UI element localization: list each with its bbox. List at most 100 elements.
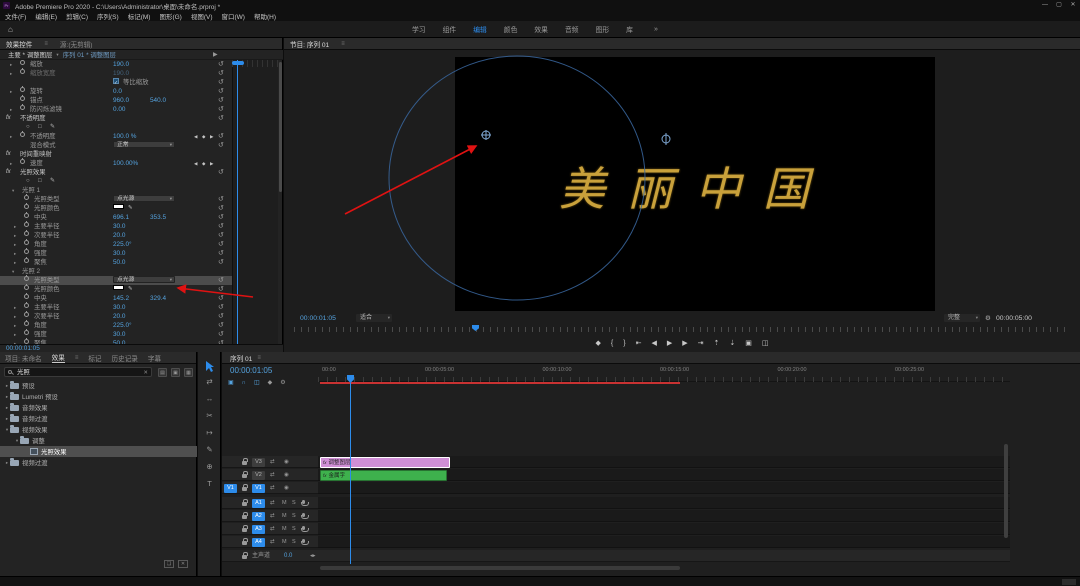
track-content-v3[interactable]: fx调整图层 <box>318 456 1010 468</box>
timeline-horizontal-scrollbar[interactable] <box>320 566 680 570</box>
mark-out-button[interactable]: } <box>623 337 625 351</box>
twirl-icon[interactable]: ▸ <box>10 105 12 114</box>
workspace-overflow-icon[interactable]: » <box>654 26 658 33</box>
solo-icon[interactable]: S <box>292 536 296 548</box>
reset-icon[interactable]: ↺ <box>218 78 224 87</box>
lock-icon[interactable] <box>242 502 247 506</box>
property-value[interactable]: 190.0 <box>113 60 129 69</box>
track-header-a3[interactable]: A3⇄MS <box>222 523 318 535</box>
ellipse-mask-icon[interactable]: ○ <box>26 123 30 132</box>
tree-item[interactable]: ▸音频效果 <box>0 402 197 413</box>
track-output-eye-icon[interactable]: ◉ <box>284 482 289 494</box>
tree-item[interactable]: ▸Lumetri 预设 <box>0 391 197 402</box>
property-value[interactable]: 960.0 <box>113 96 129 105</box>
stopwatch-icon[interactable] <box>24 195 29 200</box>
add-keyframe-icon[interactable]: ◆ <box>202 132 205 141</box>
reset-icon[interactable]: ↺ <box>218 114 224 123</box>
filter-yuv-icon[interactable]: ▦ <box>184 368 193 377</box>
effect-controls-scrollbar[interactable] <box>279 62 282 192</box>
color-swatch[interactable] <box>113 285 124 290</box>
sync-lock-icon[interactable]: ⇄ <box>270 510 275 522</box>
reset-icon[interactable]: ↺ <box>218 249 224 258</box>
add-keyframe-icon[interactable]: ◆ <box>202 159 205 168</box>
tree-item[interactable]: ▸音频过渡 <box>0 413 197 424</box>
property-value[interactable]: 0.0 <box>113 87 122 96</box>
track-header-v2[interactable]: V2⇄◉ <box>222 469 318 481</box>
mic-icon[interactable] <box>302 513 305 517</box>
reset-icon[interactable]: ↺ <box>218 204 224 213</box>
stopwatch-icon[interactable] <box>24 330 29 335</box>
reset-icon[interactable]: ↺ <box>218 303 224 312</box>
reset-icon[interactable]: ↺ <box>218 87 224 96</box>
tree-item[interactable]: ▸视频过渡 <box>0 457 197 468</box>
mute-icon[interactable]: M <box>282 523 287 535</box>
filter-32bpc-icon[interactable]: ▣ <box>171 368 180 377</box>
master-track-header[interactable]: 主声道0.0◂▸ <box>222 550 1010 562</box>
fit-tracks-icon[interactable]: ◂▸ <box>310 550 316 562</box>
source-patch-badge[interactable]: V1 <box>224 484 237 493</box>
workspace-tab-0[interactable]: 学习 <box>412 24 426 34</box>
reset-icon[interactable]: ↺ <box>218 321 224 330</box>
reset-icon[interactable]: ↺ <box>218 222 224 231</box>
reset-icon[interactable]: ↺ <box>218 105 224 114</box>
clip-调整图层[interactable]: fx调整图层 <box>320 457 450 468</box>
solo-icon[interactable]: S <box>292 510 296 522</box>
property-value[interactable]: 20.0 <box>113 312 125 321</box>
reset-icon[interactable]: ↺ <box>218 69 224 78</box>
lock-icon[interactable] <box>242 474 247 478</box>
track-target-badge[interactable]: A4 <box>252 538 265 547</box>
track-target-badge[interactable]: V1 <box>252 484 265 493</box>
menu-item[interactable]: 窗口(W) <box>222 11 245 21</box>
reset-icon[interactable]: ↺ <box>218 141 224 150</box>
menu-item[interactable]: 序列(S) <box>97 11 119 21</box>
pen-mask-icon[interactable]: ✎ <box>50 123 55 132</box>
timeline-settings-icon[interactable]: ⚙ <box>280 379 285 386</box>
track-target-badge[interactable]: A1 <box>252 499 265 508</box>
step-back-button[interactable]: ◀ <box>651 337 656 351</box>
sync-lock-icon[interactable]: ⇄ <box>270 523 275 535</box>
keyframe-timeline-strip[interactable] <box>232 60 278 344</box>
slip-tool[interactable]: ↦ <box>198 428 221 437</box>
property-value[interactable]: 30.0 <box>113 330 125 339</box>
reset-icon[interactable]: ↺ <box>218 195 224 204</box>
track-target-badge[interactable]: A3 <box>252 525 265 534</box>
reset-icon[interactable]: ↺ <box>218 60 224 69</box>
stopwatch-icon[interactable] <box>24 231 29 236</box>
twirl-icon[interactable]: ▸ <box>14 240 16 249</box>
reset-icon[interactable]: ↺ <box>218 294 224 303</box>
mark-in-button[interactable]: { <box>611 337 613 351</box>
minimize-button[interactable]: — <box>1038 0 1052 11</box>
twirl-icon[interactable]: ▸ <box>14 258 16 267</box>
workspace-tab-5[interactable]: 音频 <box>565 24 579 34</box>
tab-source[interactable]: 源:(无剪辑) <box>60 39 93 49</box>
add-marker-button[interactable]: ◆ <box>596 337 601 351</box>
lift-button[interactable]: ⇡ <box>714 337 720 351</box>
twirl-icon[interactable]: ▸ <box>14 330 16 339</box>
stopwatch-icon[interactable] <box>24 240 29 245</box>
lock-icon[interactable] <box>242 528 247 532</box>
lock-icon[interactable] <box>242 555 247 559</box>
tree-item[interactable]: ▸预设 <box>0 380 197 391</box>
tab-effect-controls[interactable]: 效果控件 <box>6 39 32 49</box>
stopwatch-icon[interactable] <box>24 258 29 263</box>
clear-search-icon[interactable]: ✕ <box>143 368 148 378</box>
menu-item[interactable]: 剪辑(C) <box>66 11 88 21</box>
hand-tool[interactable]: ⊕ <box>198 462 221 471</box>
tab-4[interactable]: 字幕 <box>148 353 161 363</box>
twirl-icon[interactable]: ▸ <box>10 132 12 141</box>
stopwatch-icon[interactable] <box>20 96 25 101</box>
twirl-icon[interactable]: ▸ <box>10 60 12 69</box>
dropdown[interactable]: 正常▾ <box>113 141 175 148</box>
reset-icon[interactable]: ↺ <box>218 312 224 321</box>
comparison-view-button[interactable]: ◫ <box>762 337 769 351</box>
effects-search-box[interactable]: 光照 ✕ <box>4 367 152 377</box>
panel-menu-icon[interactable]: ≡ <box>44 41 48 47</box>
twirl-icon[interactable]: ▾ <box>12 186 14 195</box>
rect-mask-icon[interactable]: □ <box>38 177 42 186</box>
next-keyframe-icon[interactable]: ▶ <box>210 132 213 141</box>
stopwatch-icon[interactable] <box>24 222 29 227</box>
workspace-tab-1[interactable]: 组件 <box>443 24 457 34</box>
reset-icon[interactable]: ↺ <box>218 240 224 249</box>
twirl-icon[interactable]: ▸ <box>10 69 12 78</box>
stopwatch-icon[interactable] <box>24 321 29 326</box>
